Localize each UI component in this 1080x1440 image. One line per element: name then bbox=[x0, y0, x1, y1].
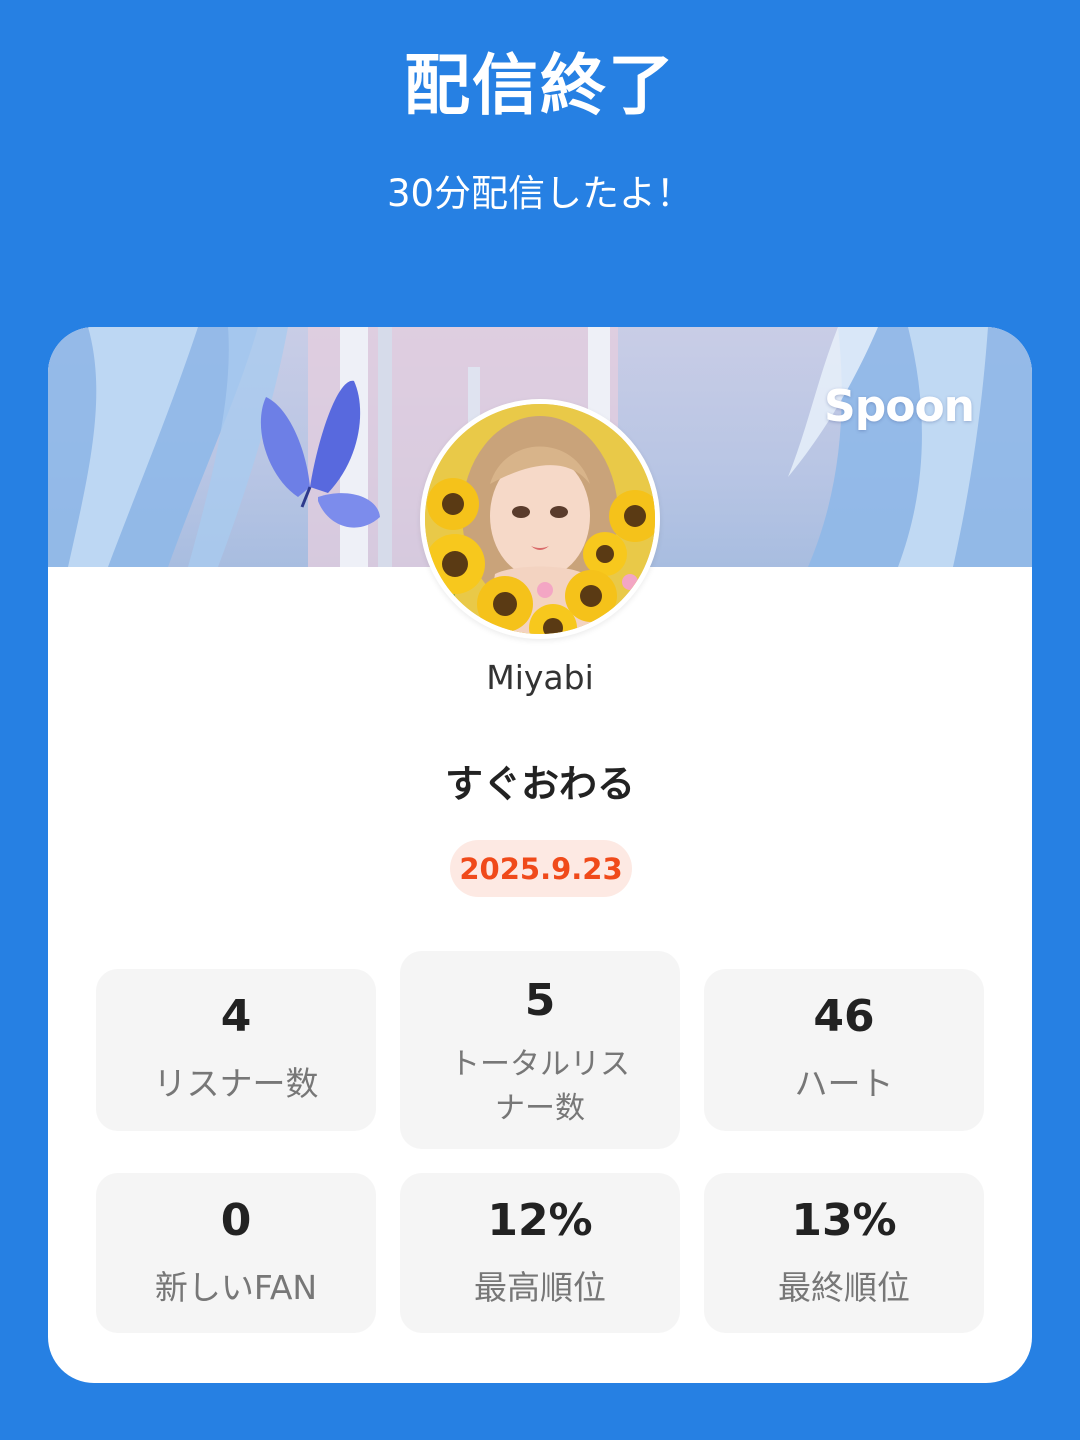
stat-label: 最終順位 bbox=[778, 1268, 910, 1307]
page-title: 配信終了 bbox=[404, 47, 676, 124]
stat-value: 5 bbox=[524, 975, 556, 1026]
stat-value: 13% bbox=[791, 1195, 897, 1246]
stat-final-rank: 13% 最終順位 bbox=[704, 1173, 984, 1333]
stat-label: ハート bbox=[794, 1064, 894, 1103]
username: Miyabi bbox=[486, 658, 594, 697]
stream-title: すぐおわる bbox=[444, 762, 635, 806]
stat-new-fans: 0 新しいFAN bbox=[96, 1173, 376, 1333]
stat-label: 新しいFAN bbox=[154, 1268, 318, 1307]
stat-label: リスナー数 bbox=[153, 1064, 319, 1103]
stat-value: 0 bbox=[220, 1195, 252, 1246]
stat-value: 12% bbox=[487, 1195, 593, 1246]
spoon-logo: Spoon bbox=[824, 381, 975, 432]
avatar[interactable] bbox=[420, 399, 660, 639]
stream-end-screen: 配信終了 30分配信したよ！ Spoon Miyabi すぐおわる 2025.9… bbox=[0, 0, 1080, 1440]
stat-total-listeners: 5 トータルリスナー数 bbox=[400, 951, 680, 1149]
stat-label: 最高順位 bbox=[474, 1268, 606, 1307]
stat-value: 46 bbox=[813, 991, 875, 1042]
date-badge: 2025.9.23 bbox=[450, 840, 632, 897]
stat-label: トータルリスナー数 bbox=[450, 1047, 630, 1126]
stream-summary-card: Spoon Miyabi すぐおわる 2025.9.23 4 リスナー数 5 ト… bbox=[48, 327, 1032, 1383]
stat-hearts: 46 ハート bbox=[704, 969, 984, 1131]
stat-highest-rank: 12% 最高順位 bbox=[400, 1173, 680, 1333]
stat-listeners: 4 リスナー数 bbox=[96, 969, 376, 1131]
stat-value: 4 bbox=[220, 991, 252, 1042]
page-subtitle: 30分配信したよ！ bbox=[386, 172, 694, 215]
avatar-image bbox=[425, 404, 655, 634]
